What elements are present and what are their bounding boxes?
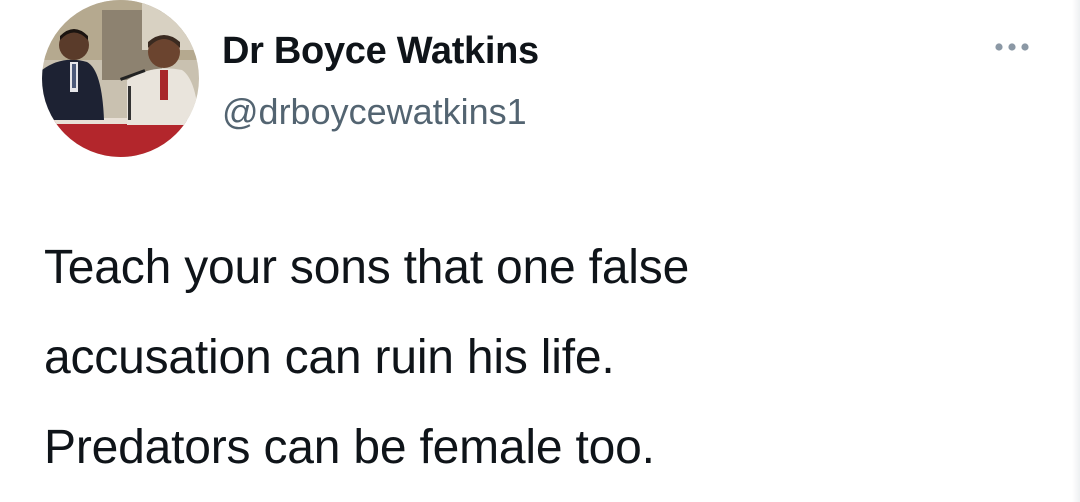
more-horizontal-icon (995, 43, 1029, 51)
author-handle[interactable]: @drboycewatkins1 (222, 91, 527, 133)
more-options-button[interactable] (990, 36, 1034, 58)
screenshot-edge (1072, 0, 1080, 502)
tweet-text-line: Teach your sons that one false (44, 241, 690, 294)
author-display-name[interactable]: Dr Boyce Watkins (222, 30, 539, 73)
tweet-card: Dr Boyce Watkins @drboycewatkins1 Teach … (0, 0, 1080, 502)
author-avatar[interactable] (42, 0, 199, 157)
tweet-text-line: Predators can be female too. (44, 421, 655, 474)
tweet-text-line: accusation can ruin his life. (44, 331, 615, 384)
profile-photo-icon (42, 0, 199, 157)
tweet-text: Teach your sons that one false accusatio… (44, 223, 1044, 493)
